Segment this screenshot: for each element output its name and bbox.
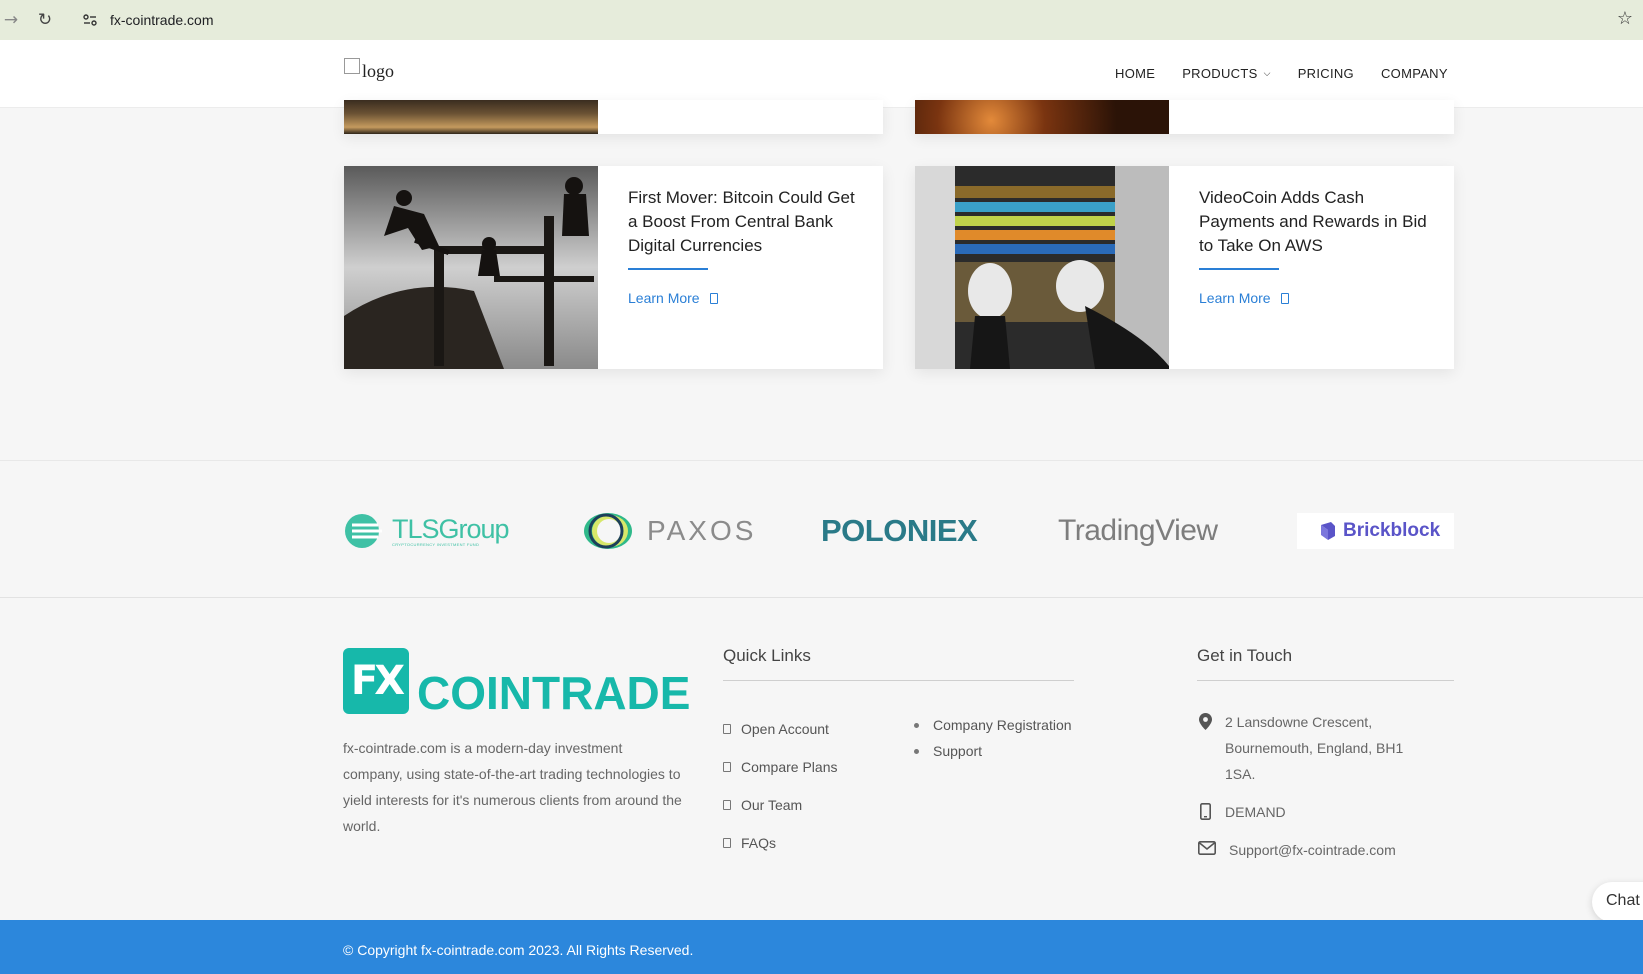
bullet-dot <box>914 722 919 728</box>
news-card-body: VideoCoin Adds Cash Payments and Rewards… <box>1199 186 1429 306</box>
forward-icon[interactable]: → <box>0 9 22 31</box>
tlsgroup-icon <box>345 514 382 548</box>
site-settings-icon[interactable] <box>78 8 102 32</box>
partner-logo-paxos[interactable]: PAXOS <box>583 511 756 551</box>
contact-phone: DEMAND <box>1197 799 1286 825</box>
partner-name: POLONIEX <box>821 513 978 548</box>
footer-brand-logo[interactable]: FX COINTRADE <box>343 648 691 719</box>
arrow-icon <box>709 292 718 304</box>
copyright-bar: © Copyright fx-cointrade.com 2023. All R… <box>0 920 1643 974</box>
partner-name: PAXOS <box>647 515 757 546</box>
reload-icon[interactable]: ↻ <box>34 9 56 31</box>
title-underline <box>628 268 708 270</box>
partner-name: Brickblock <box>1343 520 1441 541</box>
partner-logo-poloniex[interactable]: POLONIEX <box>821 511 978 551</box>
partner-name: TLSGroup <box>392 513 510 544</box>
arrow-icon <box>1280 292 1289 304</box>
bullet-dot <box>914 748 919 754</box>
footer-about-text: fx-cointrade.com is a modern-day investm… <box>343 740 682 834</box>
footer-link-open-account[interactable]: Open Account <box>723 710 838 748</box>
quick-links-list-2: Company Registration Support <box>914 712 1072 764</box>
partner-logo-tlsgroup[interactable]: TLSGroup CRYPTOCURRENCY INVESTMENT FUND <box>344 511 510 551</box>
news-card: VideoCoin Adds Cash Payments and Rewards… <box>915 166 1454 369</box>
news-card-partial <box>915 100 1454 134</box>
title-underline <box>1199 268 1279 270</box>
quick-links-divider <box>723 680 1074 681</box>
news-thumbnail-skateboard <box>344 166 598 369</box>
learn-more-label: Learn More <box>1199 290 1271 306</box>
chevron-down-icon: ⌵ <box>1263 68 1271 78</box>
nav-pricing[interactable]: PRICING <box>1298 66 1354 81</box>
paxos-icon <box>584 513 632 549</box>
news-thumbnail <box>915 100 1169 134</box>
map-pin-icon <box>1197 709 1213 787</box>
link-bullet-icon <box>723 724 731 734</box>
link-bullet-icon <box>723 800 731 810</box>
news-card-title[interactable]: VideoCoin Adds Cash Payments and Rewards… <box>1199 186 1429 258</box>
footer-link-label: Company Registration <box>933 717 1072 733</box>
partner-logo-brickblock[interactable]: Brickblock <box>1297 513 1455 549</box>
partner-name: TradingView <box>1058 514 1218 547</box>
nav-products[interactable]: PRODUCTS ⌵ <box>1182 66 1270 81</box>
quick-links-list: Open Account Compare Plans Our Team FAQs <box>723 710 838 862</box>
learn-more-label: Learn More <box>628 290 700 306</box>
fx-logo-mark: FX <box>343 648 409 714</box>
footer-link-label: Support <box>933 743 983 759</box>
contact-address: 2 Lansdowne Crescent, Bournemouth, Engla… <box>1197 709 1437 787</box>
copyright-text: © Copyright fx-cointrade.com 2023. All R… <box>343 942 694 958</box>
footer-link-company-registration[interactable]: Company Registration <box>914 712 1072 738</box>
news-thumbnail <box>344 100 598 134</box>
news-card: First Mover: Bitcoin Could Get a Boost F… <box>344 166 883 369</box>
news-card-partial <box>344 100 883 134</box>
link-bullet-icon <box>723 762 731 772</box>
browser-toolbar: → ↻ fx-cointrade.com ☆ <box>0 0 1643 40</box>
phone-text[interactable]: DEMAND <box>1225 799 1286 825</box>
contact-title: Get in Touch <box>1197 646 1293 665</box>
envelope-icon <box>1197 837 1217 863</box>
chat-button[interactable]: Chat <box>1592 882 1643 922</box>
logo-alt-text: logo <box>362 61 395 81</box>
footer-link-support[interactable]: Support <box>914 738 1072 764</box>
footer-link-label: Our Team <box>741 797 803 813</box>
footer-link-faqs[interactable]: FAQs <box>723 824 838 862</box>
partner-logo-tradingview[interactable]: TradingView <box>1058 511 1218 551</box>
nav-home-label: HOME <box>1115 66 1156 81</box>
main-nav: HOME PRODUCTS ⌵ PRICING COMPANY <box>1115 66 1448 81</box>
footer-link-label: FAQs <box>741 835 777 851</box>
partners-section: TLSGroup CRYPTOCURRENCY INVESTMENT FUND … <box>0 460 1643 598</box>
site-header: logo HOME PRODUCTS ⌵ PRICING COMPANY <box>0 40 1643 108</box>
mobile-phone-icon <box>1197 799 1213 825</box>
footer-link-our-team[interactable]: Our Team <box>723 786 838 824</box>
site-logo[interactable]: logo <box>344 57 395 82</box>
contact-email: Support@fx-cointrade.com <box>1197 837 1396 863</box>
email-link[interactable]: Support@fx-cointrade.com <box>1229 837 1396 863</box>
bookmark-star-icon[interactable]: ☆ <box>1617 8 1633 29</box>
news-thumbnail-server-rack <box>915 166 1169 369</box>
url-text: fx-cointrade.com <box>110 12 214 28</box>
footer-link-compare-plans[interactable]: Compare Plans <box>723 748 838 786</box>
footer-link-label: Compare Plans <box>741 759 838 775</box>
broken-image-icon <box>344 57 360 74</box>
quick-links-title: Quick Links <box>723 646 811 665</box>
nav-products-label: PRODUCTS <box>1182 66 1258 81</box>
contact-divider <box>1197 680 1454 681</box>
news-card-body: First Mover: Bitcoin Could Get a Boost F… <box>628 186 858 306</box>
news-card-title[interactable]: First Mover: Bitcoin Could Get a Boost F… <box>628 186 858 258</box>
learn-more-link[interactable]: Learn More <box>1199 290 1429 306</box>
address-text: 2 Lansdowne Crescent, Bournemouth, Engla… <box>1225 714 1404 782</box>
brickblock-icon <box>1321 522 1335 540</box>
nav-company[interactable]: COMPANY <box>1381 66 1448 81</box>
nav-pricing-label: PRICING <box>1297 66 1354 81</box>
nav-home[interactable]: HOME <box>1115 66 1155 81</box>
learn-more-link[interactable]: Learn More <box>628 290 858 306</box>
address-bar[interactable]: fx-cointrade.com <box>72 4 1592 36</box>
link-bullet-icon <box>723 838 731 848</box>
footer-link-label: Open Account <box>741 721 829 737</box>
brand-wordmark: COINTRADE <box>417 667 691 719</box>
nav-company-label: COMPANY <box>1380 66 1448 81</box>
partner-tagline: CRYPTOCURRENCY INVESTMENT FUND <box>392 541 480 547</box>
